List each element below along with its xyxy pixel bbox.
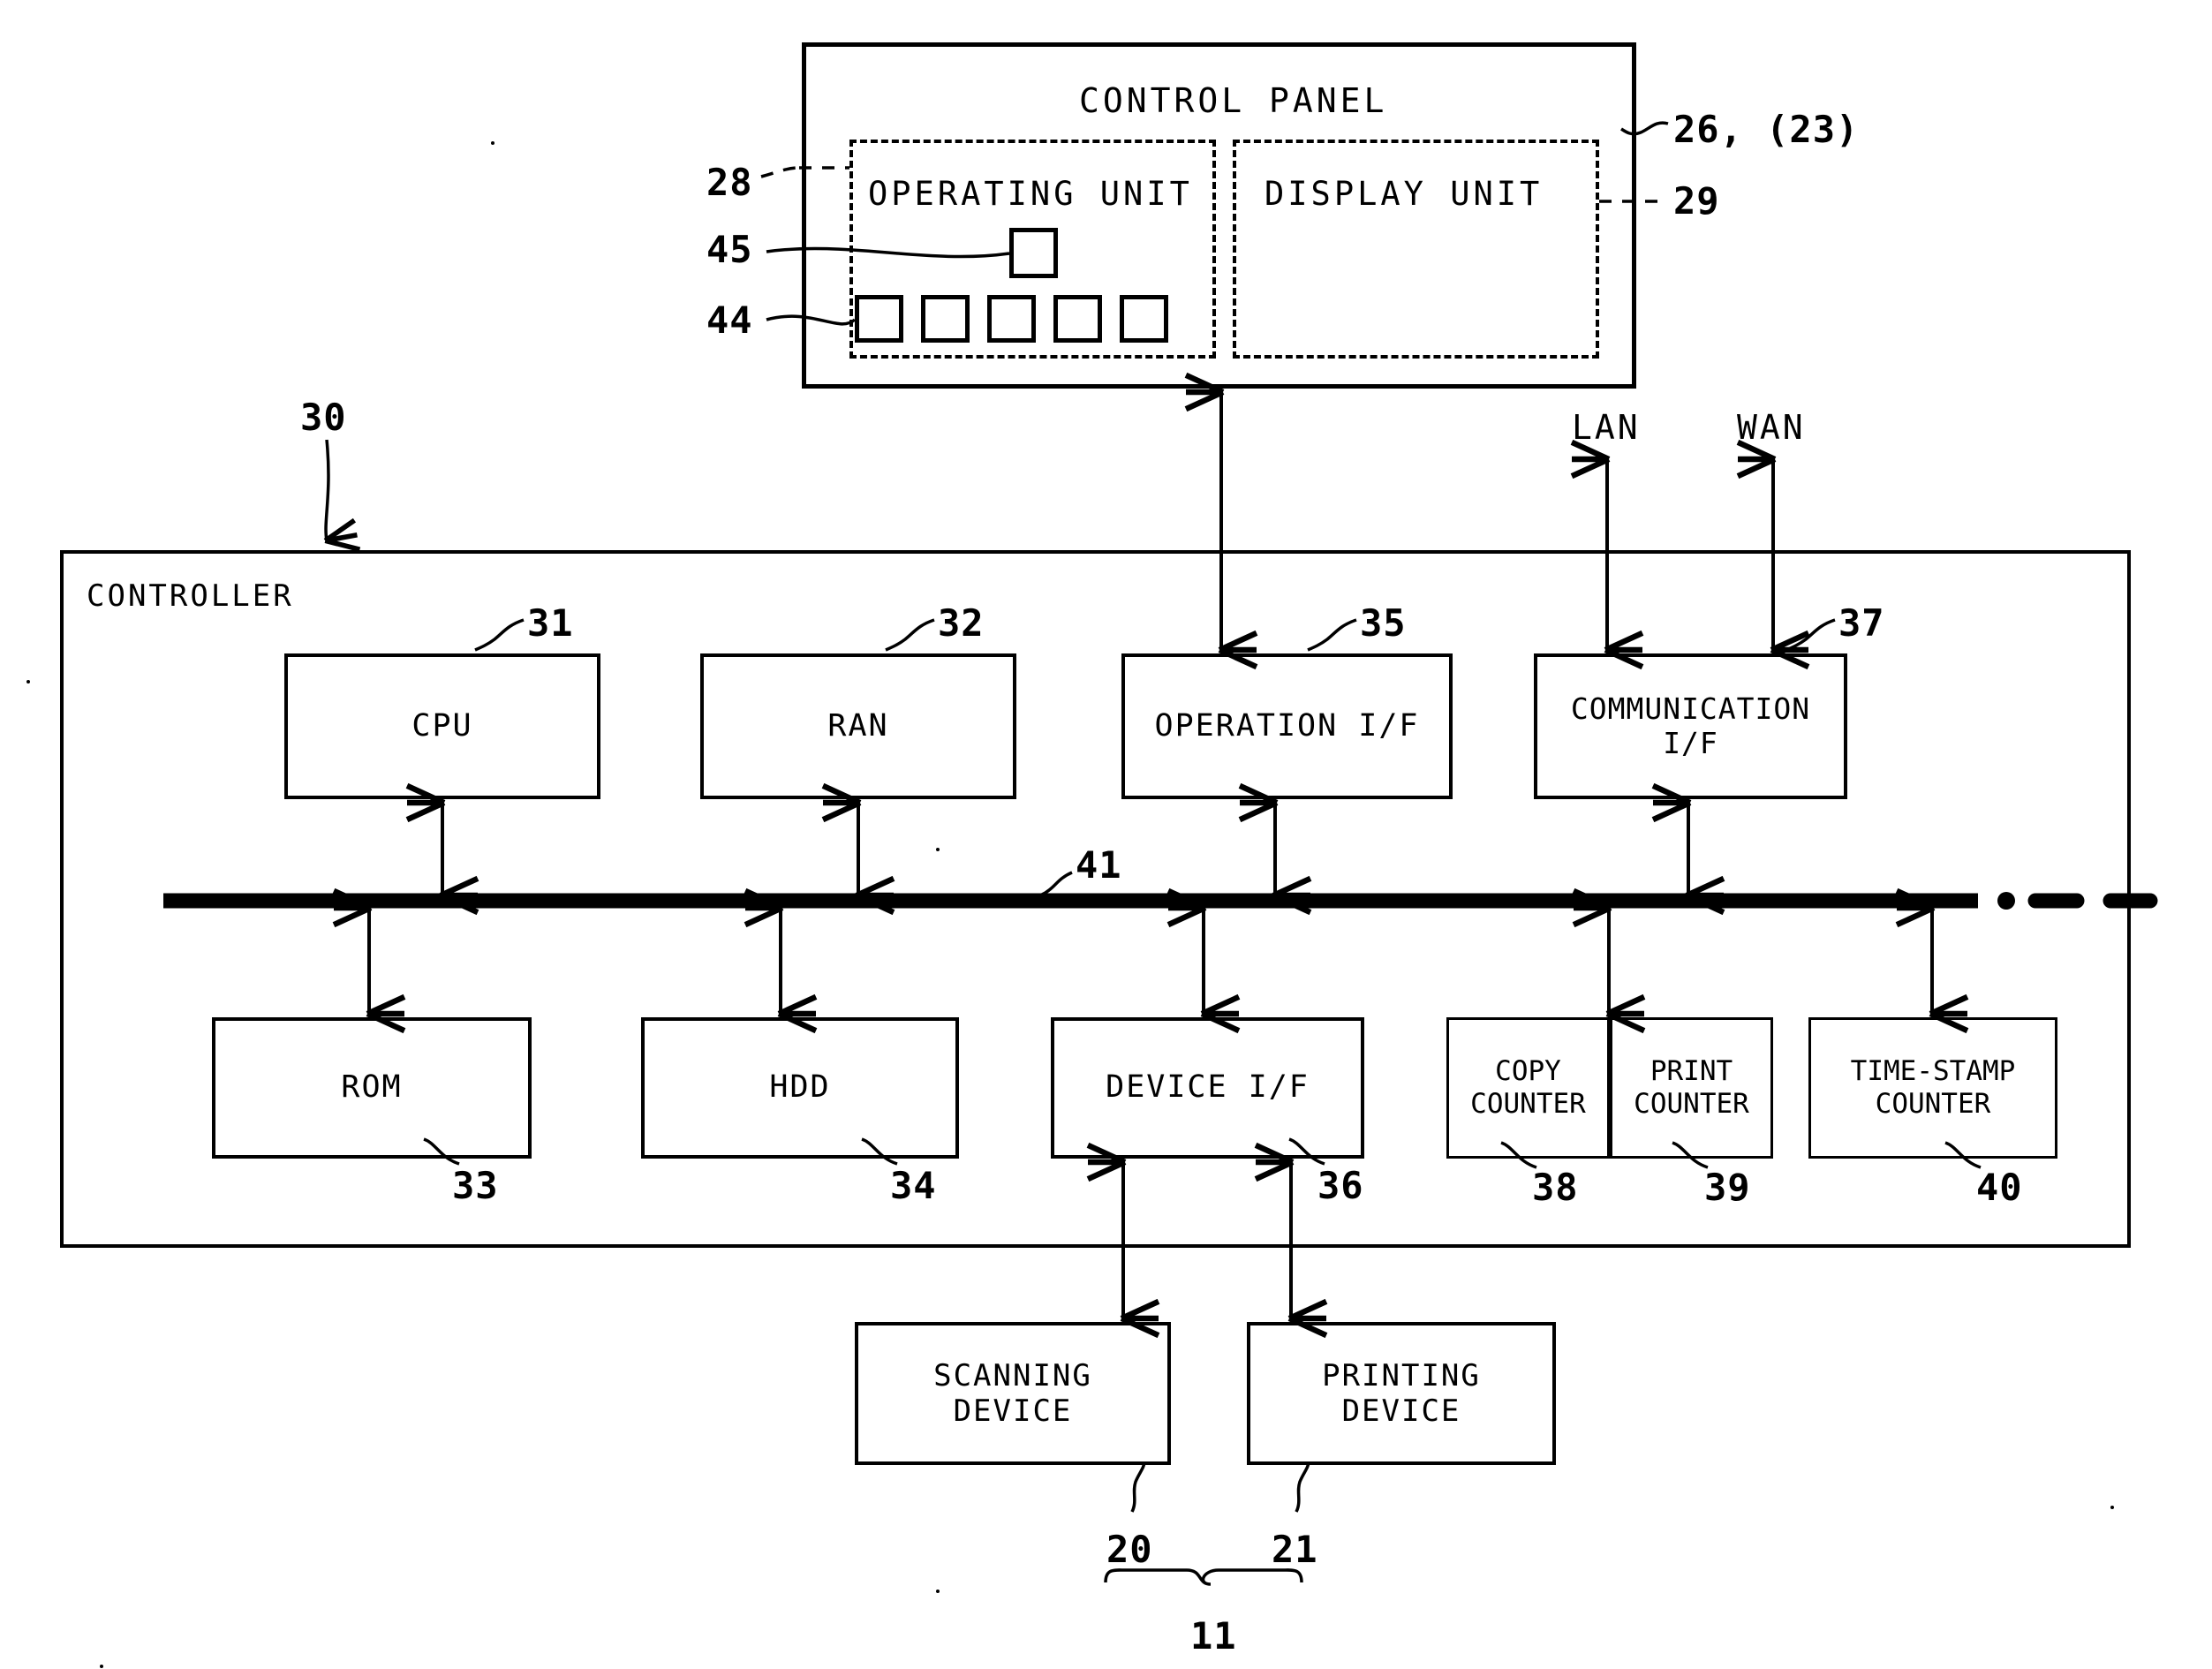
node-printing-device: PRINTING DEVICE: [1247, 1322, 1556, 1465]
node-cpu-label: CPU: [411, 707, 473, 744]
node-communication-if: COMMUNICATION I/F: [1534, 653, 1847, 799]
node-scanning-device-label: SCANNING DEVICE: [933, 1357, 1092, 1429]
node-scanning-device: SCANNING DEVICE: [855, 1322, 1171, 1465]
ref-20: 20: [1106, 1528, 1153, 1571]
operating-unit-title: OPERATING UNIT: [868, 175, 1193, 213]
scan-speck: [491, 141, 494, 145]
ref-39: 39: [1704, 1166, 1751, 1209]
ref-26-23: 26, (23): [1673, 108, 1860, 151]
ref-38: 38: [1532, 1166, 1579, 1209]
node-hdd-label: HDD: [769, 1069, 831, 1106]
node-device-if: DEVICE I/F: [1051, 1017, 1364, 1159]
brace-11: [1104, 1568, 1303, 1586]
ref-36: 36: [1317, 1164, 1364, 1207]
scan-speck: [936, 1590, 940, 1593]
scan-speck: [26, 680, 30, 683]
ref-31: 31: [527, 601, 574, 645]
scan-speck: [2110, 1506, 2114, 1509]
node-communication-if-label: COMMUNICATION I/F: [1570, 691, 1811, 760]
node-time-stamp-counter: TIME-STAMP COUNTER: [1808, 1017, 2057, 1159]
ref-44: 44: [706, 298, 753, 342]
node-ram: RAN: [700, 653, 1016, 799]
ref-29: 29: [1673, 179, 1720, 223]
ref-34: 34: [890, 1164, 937, 1207]
ref-32: 32: [938, 601, 985, 645]
wan-label: WAN: [1737, 408, 1806, 447]
operating-unit-key-44-4[interactable]: [1053, 295, 1102, 343]
ref-40: 40: [1976, 1166, 2023, 1209]
node-printing-device-label: PRINTING DEVICE: [1322, 1357, 1481, 1429]
ref-21: 21: [1272, 1528, 1318, 1571]
node-copy-counter: COPY COUNTER: [1446, 1017, 1610, 1159]
node-rom-label: ROM: [341, 1069, 403, 1106]
operating-unit-key-45[interactable]: [1009, 228, 1058, 278]
operating-unit-key-44-5[interactable]: [1120, 295, 1168, 343]
ref-41: 41: [1076, 843, 1122, 887]
ref-35: 35: [1360, 601, 1407, 645]
node-copy-counter-label: COPY COUNTER: [1470, 1055, 1586, 1120]
node-cpu: CPU: [284, 653, 600, 799]
node-operation-if: OPERATION I/F: [1121, 653, 1453, 799]
node-print-counter-label: PRINT COUNTER: [1634, 1055, 1749, 1120]
controller-title: CONTROLLER: [87, 578, 294, 614]
display-unit-title: DISPLAY UNIT: [1265, 175, 1544, 213]
node-print-counter: PRINT COUNTER: [1610, 1017, 1773, 1159]
lan-label: LAN: [1572, 408, 1641, 447]
ref-28: 28: [706, 161, 753, 204]
node-device-if-label: DEVICE I/F: [1106, 1069, 1310, 1106]
ref-45: 45: [706, 228, 753, 271]
ref-37: 37: [1838, 601, 1885, 645]
node-time-stamp-counter-label: TIME-STAMP COUNTER: [1850, 1055, 2016, 1120]
operating-unit-key-44-3[interactable]: [987, 295, 1036, 343]
leader-21: [1295, 1461, 1310, 1513]
operating-unit-key-44-1[interactable]: [855, 295, 903, 343]
node-rom: ROM: [212, 1017, 532, 1159]
patent-figure: CONTROL PANEL OPERATING UNIT DISPLAY UNI…: [0, 0, 2212, 1669]
scan-speck: [936, 848, 940, 851]
scan-speck: [100, 1665, 103, 1668]
ref-30: 30: [300, 396, 347, 439]
ref-11: 11: [1190, 1614, 1237, 1658]
leader-28: [760, 166, 800, 178]
ref-33: 33: [452, 1164, 499, 1207]
node-hdd: HDD: [641, 1017, 959, 1159]
display-unit-box: [1233, 140, 1599, 359]
leader-20: [1130, 1461, 1146, 1513]
operating-unit-key-44-2[interactable]: [921, 295, 970, 343]
leader-30: [323, 439, 361, 553]
control-panel-title: CONTROL PANEL: [1079, 81, 1388, 120]
node-operation-if-label: OPERATION I/F: [1154, 707, 1420, 744]
node-ram-label: RAN: [827, 707, 889, 744]
